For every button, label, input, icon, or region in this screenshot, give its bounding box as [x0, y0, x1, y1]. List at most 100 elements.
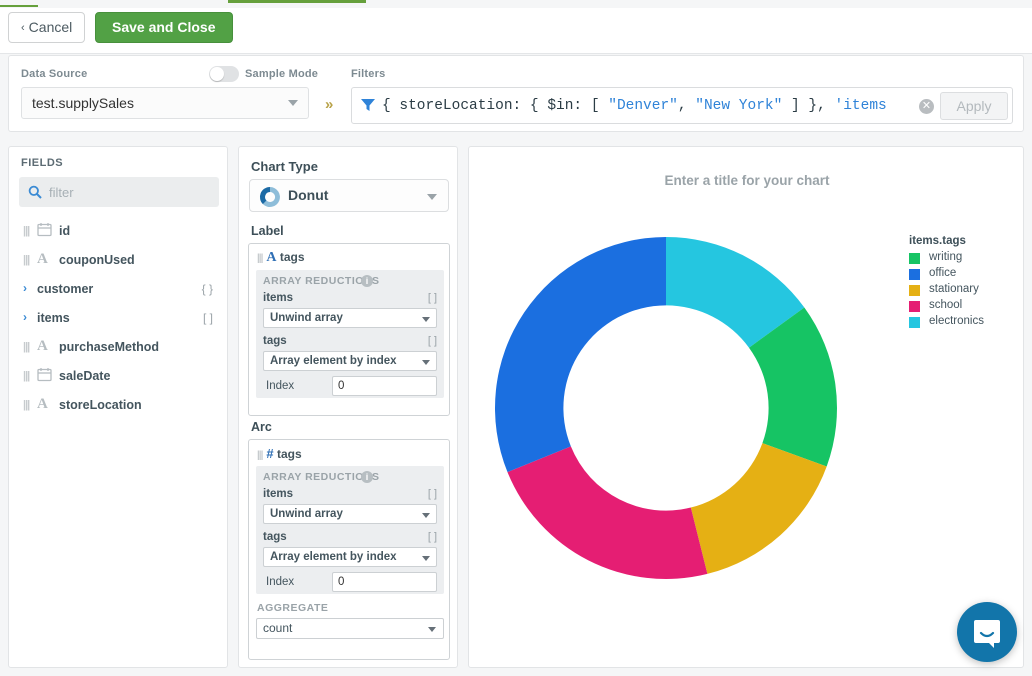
donut-chart-svg [491, 233, 841, 583]
top-progress-bar [228, 0, 366, 3]
drag-handle-icon[interactable]: ||| [23, 254, 29, 266]
field-item-items[interactable]: ›items[ ] [19, 306, 219, 335]
field-item-customer[interactable]: › customer { } [19, 277, 219, 306]
channel-field-chip[interactable]: ||| # tags [257, 446, 302, 461]
donut-segment-school[interactable] [507, 446, 707, 579]
array-reductions-group: ARRAY REDUCTIONSiitems[ ]Unwind arraytag… [256, 466, 444, 594]
legend-item-stationary[interactable]: stationary [909, 283, 1019, 299]
field-name: purchaseMethod [59, 340, 159, 354]
index-input[interactable] [332, 572, 437, 592]
legend-swatch [909, 301, 920, 312]
reduction-type-brackets: [ ] [428, 488, 437, 500]
aggregate-title: AGGREGATE [257, 602, 328, 614]
field-item-couponUsed[interactable]: |||AcouponUsed [19, 248, 219, 277]
legend-label: stationary [929, 283, 979, 295]
chart-type-select[interactable]: Donut [249, 179, 449, 212]
chart-type-value: Donut [288, 187, 328, 203]
chevron-down-icon [427, 194, 437, 200]
filter-query-token: { storeLocation: { $in: [ [382, 98, 608, 114]
donut-segment-office[interactable] [495, 237, 666, 472]
sample-mode-label: Sample Mode [245, 68, 318, 80]
chevron-down-icon [428, 627, 436, 632]
legend-swatch [909, 317, 920, 328]
cancel-button-label: Cancel [29, 19, 73, 35]
chat-bubble-button[interactable] [957, 602, 1017, 662]
legend-label: electronics [929, 315, 984, 327]
sample-mode-toggle[interactable] [209, 66, 239, 82]
field-type-icon-string: A [37, 251, 53, 267]
field-name: customer [37, 282, 93, 296]
fields-filter-box[interactable] [19, 177, 219, 207]
legend-swatch [909, 285, 920, 296]
field-type-icon: A [266, 250, 276, 265]
field-type-icon: # [266, 446, 273, 461]
aggregate-select[interactable]: count [256, 618, 444, 639]
field-type-brace: { } [202, 282, 213, 296]
field-item-id[interactable]: ||| id [19, 219, 219, 248]
field-type-icon-date [37, 222, 53, 238]
channel-field-chip[interactable]: |||A tags [257, 250, 305, 266]
info-icon[interactable]: i [361, 275, 373, 287]
reduction-type-brackets: [ ] [428, 335, 437, 347]
info-icon[interactable]: i [361, 471, 373, 483]
donut-segment-stationary[interactable] [691, 443, 827, 574]
reduction-select[interactable]: Array element by index [263, 351, 437, 371]
channel-label-arc: Arc [251, 420, 272, 434]
legend-swatch [909, 253, 920, 264]
legend-item-writing[interactable]: writing [909, 251, 1019, 267]
field-name: saleDate [59, 369, 110, 383]
legend-label: writing [929, 251, 962, 263]
drag-handle-icon[interactable]: ||| [23, 399, 29, 411]
save-and-close-button[interactable]: Save and Close [95, 12, 233, 43]
apply-button[interactable]: Apply [940, 92, 1008, 120]
chevron-down-icon [422, 513, 430, 518]
expand-chevrons-icon[interactable]: » [325, 96, 333, 113]
field-item-storeLocation[interactable]: |||AstoreLocation [19, 393, 219, 422]
clear-filter-icon[interactable]: ✕ [919, 99, 934, 114]
field-name: id [59, 224, 70, 238]
data-source-select[interactable]: test.supplySales [21, 87, 309, 119]
field-type-icon-date [37, 367, 53, 383]
legend-item-school[interactable]: school [909, 299, 1019, 315]
index-input[interactable] [332, 376, 437, 396]
save-button-label: Save and Close [112, 19, 216, 35]
chart-type-label: Chart Type [251, 159, 318, 174]
channel-box-arc: |||# tagsARRAY REDUCTIONSiitems[ ]Unwind… [248, 439, 450, 660]
reduction-select[interactable]: Array element by index [263, 547, 437, 567]
chart-config-panel: Chart Type Donut Label|||A tagsARRAY RED… [238, 146, 458, 668]
filter-query-token: "Denver" [608, 98, 678, 114]
legend-swatch [909, 269, 920, 280]
legend-item-office[interactable]: office [909, 267, 1019, 283]
filter-query-input[interactable]: { storeLocation: { $in: [ "Denver", "New… [382, 88, 904, 125]
legend-label: office [929, 267, 956, 279]
reduction-type-brackets: [ ] [428, 531, 437, 543]
data-source-label: Data Source [21, 68, 87, 80]
chevron-down-icon [422, 317, 430, 322]
chevron-down-icon [422, 360, 430, 365]
fields-filter-input[interactable] [47, 177, 213, 207]
filters-label: Filters [351, 68, 385, 80]
drag-handle-icon[interactable]: ||| [23, 370, 29, 382]
reduction-select[interactable]: Unwind array [263, 308, 437, 328]
filter-query-token: , [678, 98, 695, 114]
field-item-purchaseMethod[interactable]: |||ApurchaseMethod [19, 335, 219, 364]
drag-handle-icon[interactable]: ||| [23, 225, 29, 237]
legend-item-electronics[interactable]: electronics [909, 315, 1019, 331]
filter-query-token: "New York" [695, 98, 782, 114]
legend-label: school [929, 299, 962, 311]
legend-items: writing office stationary school electronics [909, 251, 1019, 331]
reduction-select[interactable]: Unwind array [263, 504, 437, 524]
channel-field-name: tags [277, 447, 302, 461]
chevron-right-icon[interactable]: › [23, 281, 27, 295]
drag-handle-icon[interactable]: ||| [257, 253, 262, 264]
chevron-right-icon[interactable]: › [23, 310, 27, 324]
legend-title: items.tags [909, 235, 1019, 247]
cancel-button[interactable]: ‹Cancel [8, 12, 85, 43]
drag-handle-icon[interactable]: ||| [257, 450, 262, 461]
chart-title-input[interactable]: Enter a title for your chart [469, 173, 1025, 188]
data-source-value: test.supplySales [32, 95, 134, 111]
reduction-field-name: tags [263, 335, 287, 347]
field-name: items [37, 311, 70, 325]
field-item-saleDate[interactable]: ||| saleDate [19, 364, 219, 393]
drag-handle-icon[interactable]: ||| [23, 341, 29, 353]
